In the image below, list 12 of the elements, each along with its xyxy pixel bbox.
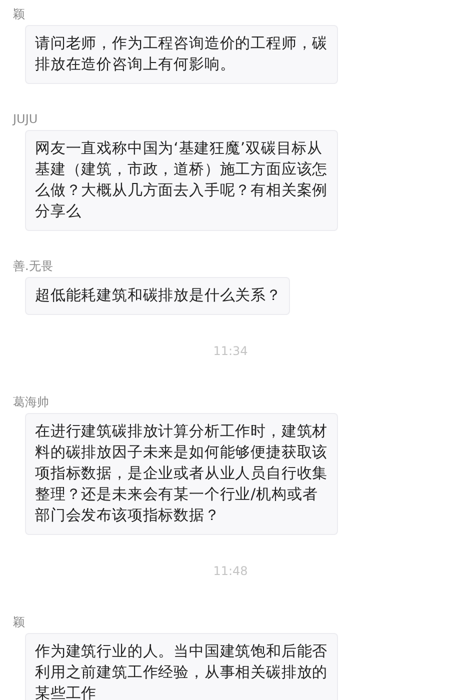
message-bubble: 网友一直戏称中国为‘基建狂魔’双碳目标从基建（建筑，市政，道桥）施工方面应该怎么做？大概从几方面去入手呢？有相关案例分享么 xyxy=(25,130,338,231)
message-bubble: 超低能耗建筑和碳排放是什么关系？ xyxy=(25,277,290,315)
timestamp: 11:34 xyxy=(213,344,248,358)
sender-name: JUJU xyxy=(13,112,38,126)
sender-name: 颖 xyxy=(13,615,25,629)
sender-name: 颖 xyxy=(13,7,25,21)
timestamp: 11:48 xyxy=(213,564,248,578)
message-bubble: 作为建筑行业的人。当中国建筑饱和后能否利用之前建筑工作经验，从事相关碳排放的某些工作 xyxy=(25,633,338,700)
sender-name: 葛海帅 xyxy=(13,395,49,409)
sender-name: 善.无畏 xyxy=(13,259,53,273)
message-bubble: 在进行建筑碳排放计算分析工作时，建筑材料的碳排放因子未来是如何能够便捷获取该项指标数据，是企业或者从业人员自行收集整理？还是未来会有某一个行业/机构或者部门会发布该项指标数据？ xyxy=(25,413,338,535)
message-bubble: 请问老师，作为工程咨询造价的工程师，碳排放在造价咨询上有何影响。 xyxy=(25,25,338,84)
